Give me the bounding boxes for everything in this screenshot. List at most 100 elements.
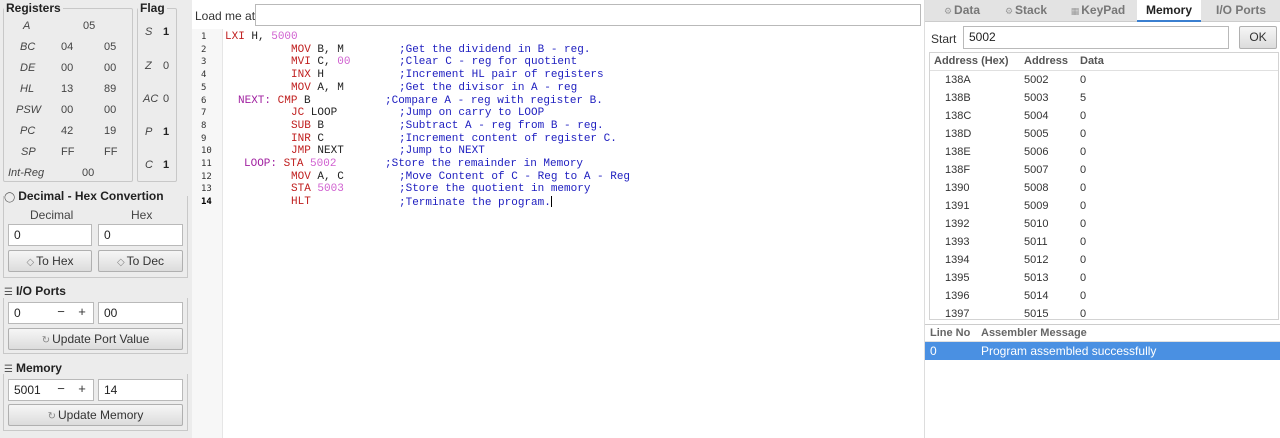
flag-row: S 1 xyxy=(138,26,178,44)
io-ports-group: 0 − + 00 ↻ Update Port Value xyxy=(3,298,188,354)
table-row[interactable]: 1392 5010 0 xyxy=(930,215,1278,233)
io-ports-title: ☰ I/O Ports xyxy=(4,284,66,298)
message-row[interactable]: 0 Program assembled successfully xyxy=(925,342,1280,360)
register-row: PC 42 19 xyxy=(4,125,134,143)
table-row[interactable]: 1395 5013 0 xyxy=(930,269,1278,287)
code-mnemonic: SUB xyxy=(291,119,311,132)
line-number: 8 xyxy=(201,120,207,131)
table-row[interactable]: 1393 5011 0 xyxy=(930,233,1278,251)
code-mnemonic: STA xyxy=(283,158,304,170)
line-number: 6 xyxy=(201,95,207,106)
memory-decrement-button[interactable]: − xyxy=(50,379,72,401)
cell-hex: 138C xyxy=(945,110,972,122)
code-number: 5003 xyxy=(317,183,344,196)
memory-increment-button[interactable]: + xyxy=(71,379,93,401)
line-number: 13 xyxy=(201,184,212,195)
tab-memory[interactable]: Memory xyxy=(1137,0,1201,22)
port-decrement-button[interactable]: − xyxy=(50,302,72,324)
code-mnemonic: INR xyxy=(291,132,311,145)
register-value: FF xyxy=(61,146,75,158)
gear-icon: ⚙ xyxy=(943,6,953,16)
tab-keypad[interactable]: ▦ KeyPad xyxy=(1065,0,1131,22)
code-mnemonic: JMP xyxy=(291,145,311,158)
code-line: MVI C, 00 xyxy=(291,56,350,68)
register-value-low: 89 xyxy=(104,83,117,95)
table-row[interactable]: 1396 5014 0 xyxy=(930,287,1278,305)
register-value: 42 xyxy=(61,125,74,137)
cell-data: 5 xyxy=(1080,92,1087,104)
load-address-input[interactable] xyxy=(255,4,921,26)
flag-value: 1 xyxy=(163,26,170,38)
code-mnemonic: INX xyxy=(291,69,311,82)
register-name: PC xyxy=(20,125,36,137)
ok-button[interactable]: OK xyxy=(1239,26,1277,49)
register-row: DE 00 00 xyxy=(4,62,134,80)
code-comment: ;Get the dividend in B - reg. xyxy=(399,43,591,56)
table-row[interactable]: 138E 5006 0 xyxy=(930,143,1278,161)
update-memory-button[interactable]: ↻ Update Memory xyxy=(8,404,183,426)
table-row[interactable]: 1391 5009 0 xyxy=(930,197,1278,215)
flag-name: P xyxy=(145,126,153,138)
cell-addr: 5008 xyxy=(1024,182,1049,194)
table-row[interactable]: 1394 5012 0 xyxy=(930,251,1278,269)
decimal-label: Decimal xyxy=(30,208,74,222)
table-row[interactable]: 138F 5007 0 xyxy=(930,161,1278,179)
memory-table[interactable]: Address (Hex) Address Data 138A 5002 0 138B… xyxy=(929,52,1279,320)
flags-group: Flag S 1 Z 0 AC 0 P 1 C 1 xyxy=(137,1,178,182)
cell-addr: 5014 xyxy=(1024,290,1049,302)
register-row: A 05 xyxy=(4,20,134,38)
cell-data: 0 xyxy=(1080,290,1087,302)
table-row[interactable]: 138A 5002 0 xyxy=(930,71,1278,89)
line-number: 9 xyxy=(201,133,207,144)
cell-hex: 1397 xyxy=(945,308,970,320)
table-row[interactable]: 1397 5015 0 xyxy=(930,305,1278,320)
code-line: LOOP: STA 5002 xyxy=(244,158,336,170)
line-number: 2 xyxy=(201,44,207,55)
flag-name: C xyxy=(145,159,153,171)
column-header-address[interactable]: Address xyxy=(1024,53,1068,71)
register-row: Int-Reg 00 xyxy=(4,167,134,185)
port-value-input[interactable]: 00 xyxy=(98,302,183,324)
decimal-input[interactable]: 0 xyxy=(8,224,92,246)
start-address-input[interactable]: 5002 xyxy=(963,26,1229,49)
code-operands: LOOP xyxy=(304,107,338,120)
register-value-low: 00 xyxy=(104,62,117,74)
to-dec-button[interactable]: ◇ To Dec xyxy=(98,250,183,272)
cell-hex: 1396 xyxy=(945,290,970,302)
register-name: Int-Reg xyxy=(8,167,45,179)
register-name: A xyxy=(23,20,31,32)
code-comment: ;Terminate the program. xyxy=(399,196,552,210)
cell-data: 0 xyxy=(1080,110,1087,122)
table-row[interactable]: 138D 5005 0 xyxy=(930,125,1278,143)
code-line: STA 5003 xyxy=(291,183,344,195)
right-panel: ⚙ Data ⚙ Stack ▦ KeyPad Memory I/O Ports St… xyxy=(924,0,1280,438)
code-comment: ;Move Content of C - Reg to A - Reg xyxy=(399,170,631,183)
memory-value-input[interactable]: 14 xyxy=(98,379,183,401)
hex-label: Hex xyxy=(131,208,153,222)
column-header-hex[interactable]: Address (Hex) xyxy=(934,53,1009,71)
column-header-data[interactable]: Data xyxy=(1080,53,1104,71)
port-increment-button[interactable]: + xyxy=(71,302,93,324)
flag-row: AC 0 xyxy=(138,93,178,111)
cell-hex: 138A xyxy=(945,74,971,86)
update-port-button[interactable]: ↻ Update Port Value xyxy=(8,328,183,350)
table-row[interactable]: 1390 5008 0 xyxy=(930,179,1278,197)
cell-data: 0 xyxy=(1080,200,1087,212)
cell-addr: 5009 xyxy=(1024,200,1049,212)
flag-value: 1 xyxy=(163,159,170,171)
code-operands: B xyxy=(297,94,311,107)
tab-io-ports[interactable]: I/O Ports xyxy=(1209,0,1273,22)
table-row[interactable]: 138B 5003 5 xyxy=(930,89,1278,107)
cell-addr: 5004 xyxy=(1024,110,1049,122)
code-mnemonic: MOV xyxy=(291,170,311,183)
code-number: 5002 xyxy=(310,158,337,170)
code-mnemonic: MVI xyxy=(291,56,311,69)
to-hex-button[interactable]: ◇ To Hex xyxy=(8,250,92,272)
tab-data[interactable]: ⚙ Data xyxy=(937,0,987,22)
tab-stack[interactable]: ⚙ Stack xyxy=(999,0,1053,22)
hex-input[interactable]: 0 xyxy=(98,224,183,246)
table-row[interactable]: 138C 5004 0 xyxy=(930,107,1278,125)
code-line: NEXT: CMP B xyxy=(238,95,311,107)
code-comment: ;Compare A - reg with register B. xyxy=(385,94,603,107)
code-comment: ;Clear C - reg for quotient xyxy=(399,56,578,69)
